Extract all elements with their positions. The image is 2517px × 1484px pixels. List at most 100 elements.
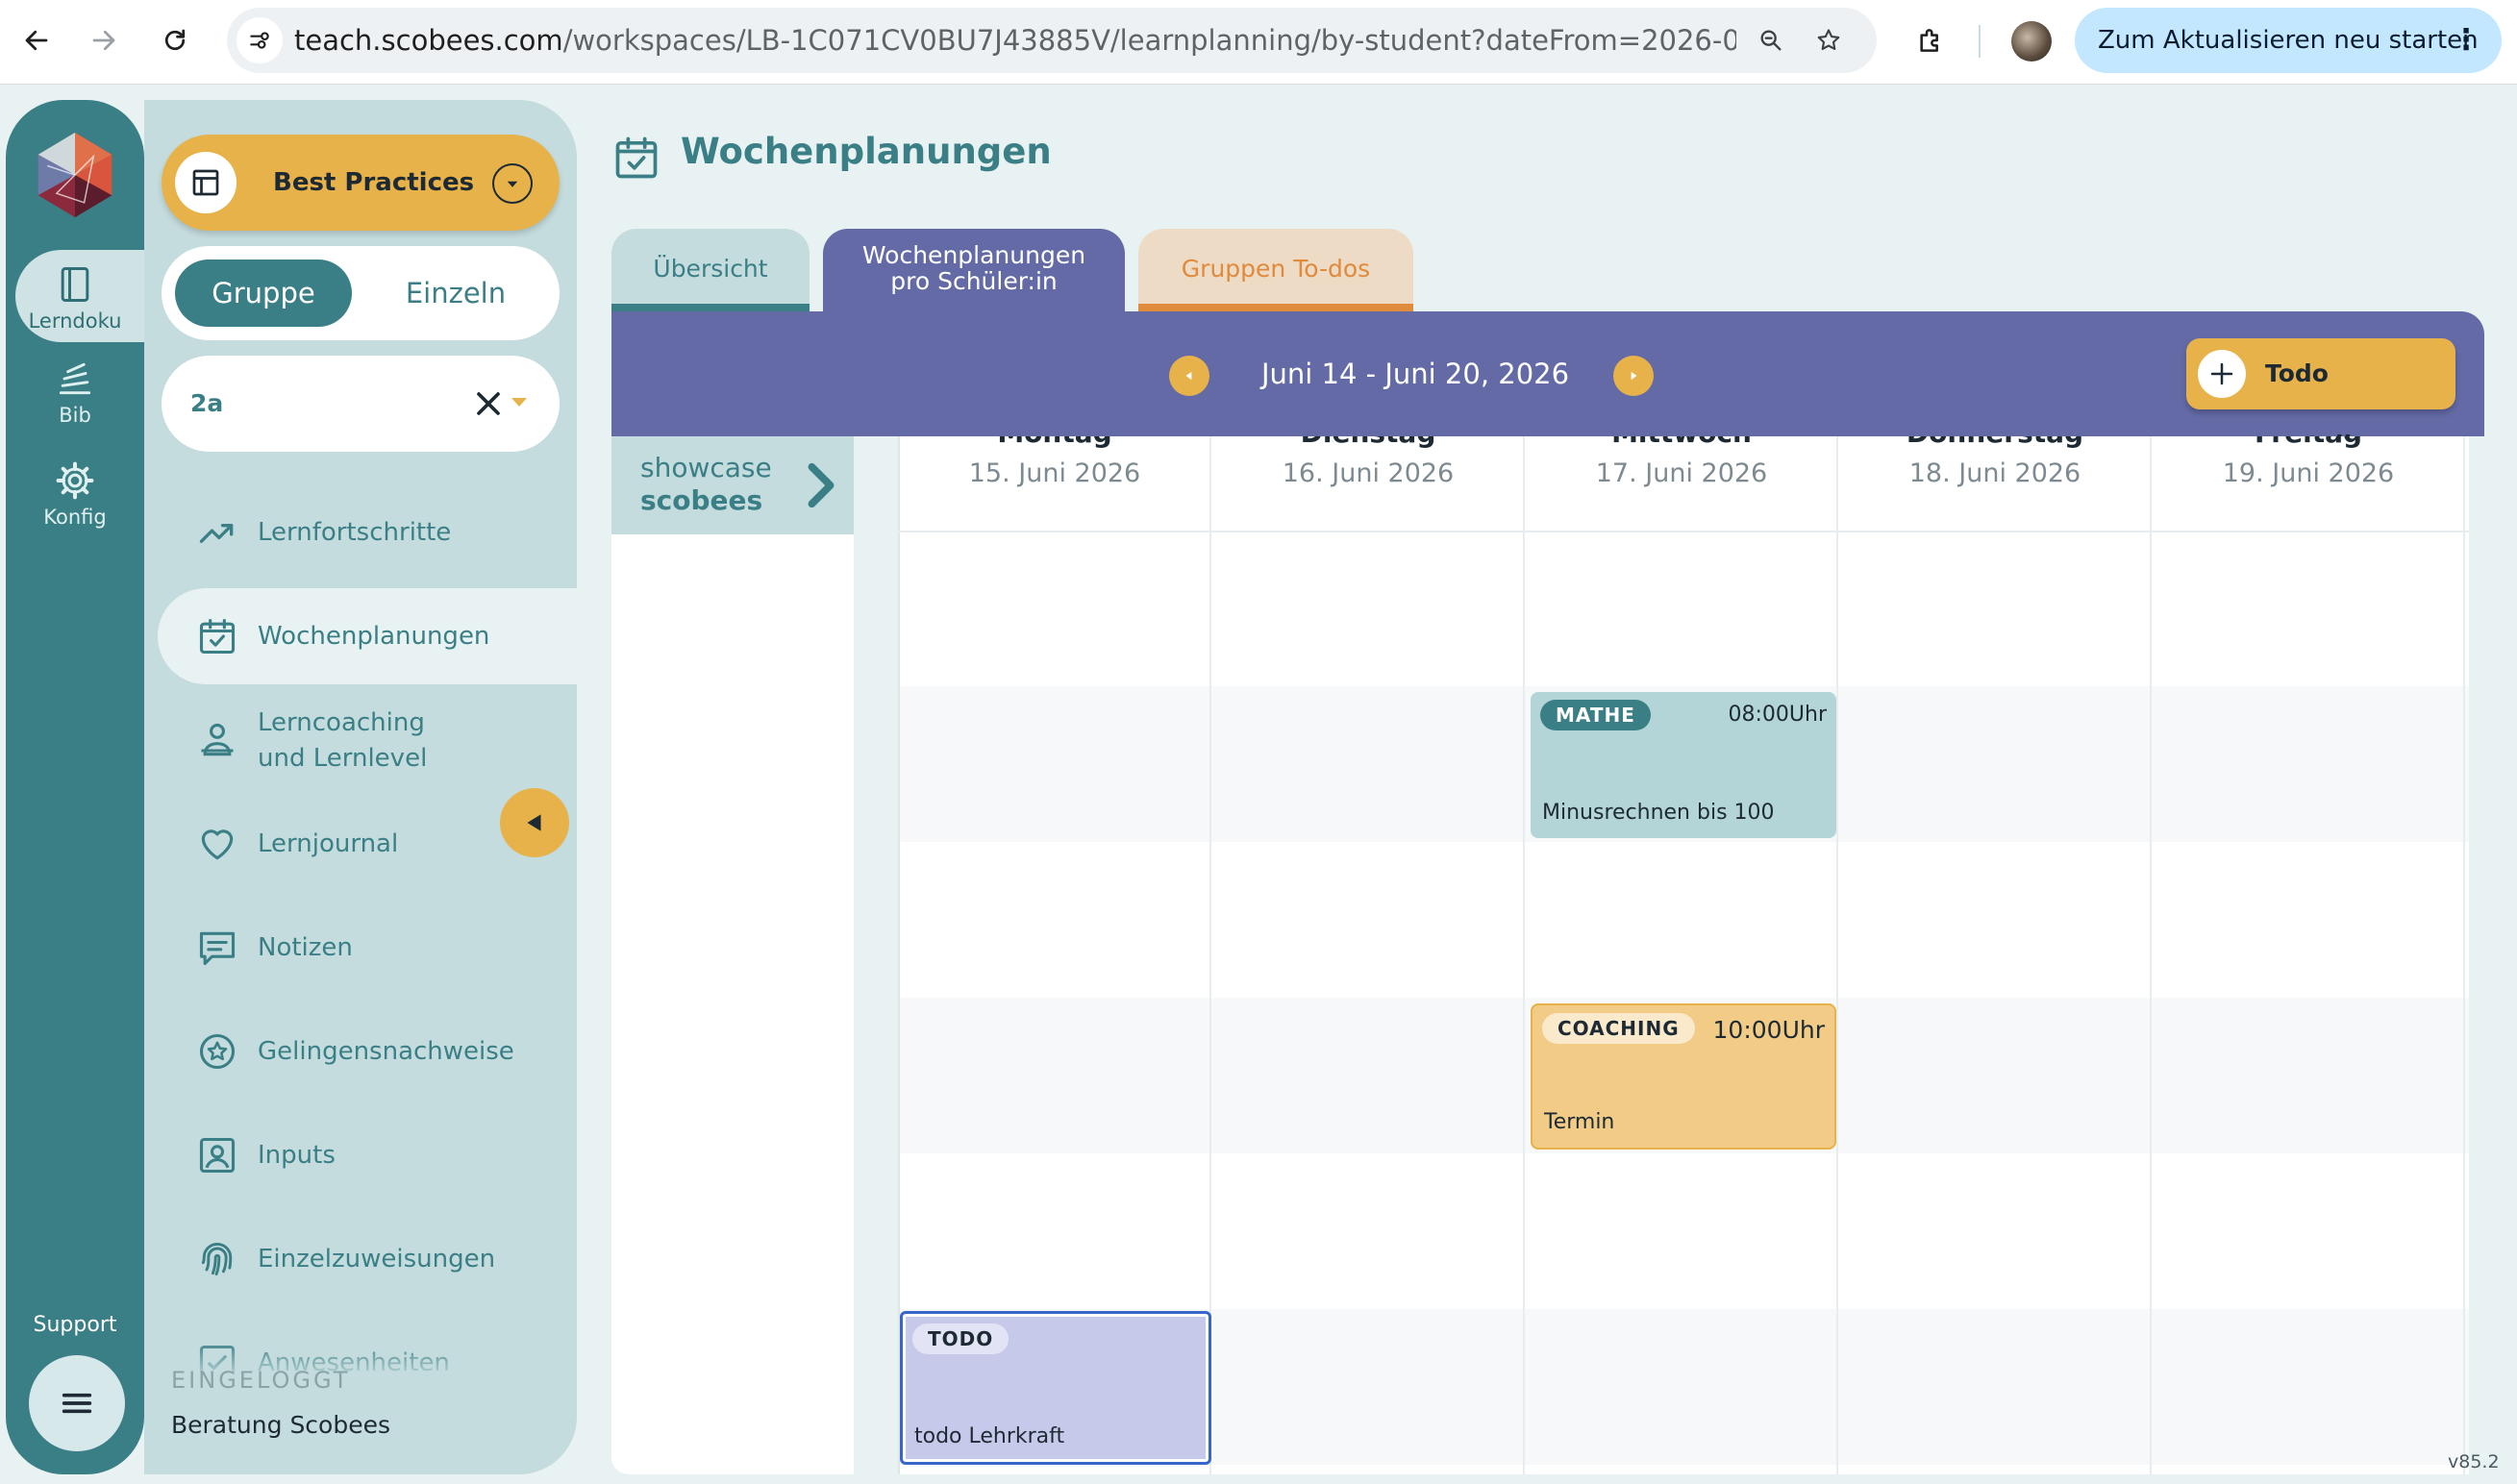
restart-to-update-label: Zum Aktualisieren neu starten — [2098, 26, 2479, 55]
day-header: Dienstag 16. Juni 2026 — [1211, 436, 1525, 492]
trend-icon — [199, 524, 234, 543]
day-date: 19. Juni 2026 — [2222, 458, 2395, 488]
next-week-button[interactable] — [1613, 356, 1654, 396]
tab-wochenplanungen-pro-schueler[interactable]: Wochenplanungen pro Schüler:in — [823, 229, 1125, 315]
heart-icon — [201, 829, 234, 860]
dropdown-caret-icon[interactable] — [511, 398, 527, 407]
day-column-thursday[interactable]: Donnerstag 18. Juni 2026 — [1838, 436, 2152, 1474]
clear-icon[interactable] — [469, 384, 508, 423]
nav-item-gelingensnachweise[interactable]: Gelingensnachweise — [158, 1003, 577, 1100]
zoom-icon[interactable] — [1748, 17, 1794, 63]
note-icon — [199, 931, 236, 966]
rail-item-bib[interactable]: Bib — [6, 358, 144, 427]
menu-button[interactable] — [29, 1355, 125, 1451]
app-rail: Lerndoku Bib Konfig Support — [6, 100, 144, 1474]
class-select-value: 2a — [190, 389, 224, 417]
profile-avatar[interactable] — [2011, 21, 2052, 62]
day-column-wednesday[interactable]: Mittwoch 17. Juni 2026 — [1525, 436, 1838, 1474]
day-name: Donnerstag — [1838, 436, 2152, 456]
week-range-label: Juni 14 - Juni 20, 2026 — [1260, 358, 1570, 390]
reload-button[interactable] — [152, 17, 198, 63]
day-header: Donnerstag 18. Juni 2026 — [1838, 436, 2152, 492]
restart-to-update-button[interactable]: Zum Aktualisieren neu starten ⋮ — [2075, 8, 2502, 73]
event-title: Termin — [1544, 1110, 1615, 1134]
workspace-select[interactable]: Best Practices — [162, 135, 560, 231]
tab-gruppen-todos[interactable]: Gruppen To-dos — [1138, 229, 1413, 311]
student-row[interactable]: showcase scobees — [611, 436, 854, 534]
calendar-header-divider — [898, 531, 2469, 532]
nav-item-label: Lernjournal — [258, 829, 399, 858]
reload-icon — [164, 29, 186, 51]
nav-item-label: Gelingensnachweise — [258, 1037, 514, 1066]
support-link[interactable]: Support — [6, 1313, 144, 1337]
previous-week-button[interactable] — [1169, 356, 1209, 396]
caret-right-icon — [1631, 371, 1637, 381]
triangle-left-icon — [527, 814, 541, 831]
day-name: Freitag — [2152, 436, 2465, 456]
group-single-toggle: Gruppe Einzeln — [162, 246, 560, 340]
event-tag: MATHE — [1540, 700, 1651, 730]
day-date: 15. Juni 2026 — [968, 458, 1141, 488]
workspace-label: Best Practices — [273, 168, 475, 197]
more-vert-icon[interactable]: ⋮ — [2452, 8, 2480, 73]
nav-item-inputs[interactable]: Inputs — [158, 1107, 577, 1203]
event-card-todo[interactable]: TODO todo Lehrkraft — [900, 1311, 1211, 1465]
rail-item-lerndoku[interactable]: Lerndoku — [6, 263, 144, 333]
forward-button[interactable] — [81, 17, 127, 63]
day-date: 17. Juni 2026 — [1595, 458, 1768, 488]
rail-item-label: Konfig — [43, 506, 107, 529]
day-header: Freitag 19. Juni 2026 — [2152, 436, 2465, 492]
tab-label-line1: Wochenplanungen — [861, 241, 1086, 269]
rail-item-konfig[interactable]: Konfig — [6, 459, 144, 529]
caret-left-icon — [1185, 371, 1192, 381]
day-column-friday[interactable]: Freitag 19. Juni 2026 — [2152, 436, 2465, 1474]
book-icon — [61, 267, 89, 302]
day-name: Dienstag — [1211, 436, 1525, 456]
site-settings-icon[interactable] — [237, 17, 283, 63]
day-name: Mittwoch — [1525, 436, 1838, 456]
nav-item-lerncoaching[interactable]: Lerncoaching und Lernlevel — [158, 692, 577, 788]
logged-in-caption: EINGELOGGT — [171, 1367, 351, 1394]
chevron-down-icon — [492, 163, 533, 204]
event-time: 10:00Uhr — [1712, 1016, 1825, 1044]
scobees-logo[interactable] — [29, 129, 121, 221]
rail-item-label: Bib — [59, 404, 91, 427]
nav-item-label: Lernfortschritte — [258, 518, 452, 547]
day-column-tuesday[interactable]: Dienstag 16. Juni 2026 — [1211, 436, 1525, 1474]
bookmark-star-icon[interactable] — [1806, 17, 1852, 63]
create-todo-button[interactable]: Todo erstellen — [2186, 338, 2455, 458]
tab-uebersicht[interactable]: Übersicht — [611, 229, 810, 311]
nav-item-wochenplanungen[interactable]: Wochenplanungen — [158, 588, 577, 684]
nav-item-notizen[interactable]: Notizen — [158, 900, 577, 996]
arrow-left-icon — [25, 30, 48, 51]
segment-single[interactable]: Einzeln — [367, 260, 544, 327]
nav-item-label: Einzelzuweisungen — [258, 1245, 496, 1274]
chevron-right-icon[interactable] — [802, 461, 840, 509]
nav-item-lernfortschritte[interactable]: Lernfortschritte — [158, 484, 577, 581]
student-name: showcase scobees — [640, 452, 772, 516]
rail-item-label: Lerndoku — [28, 309, 122, 333]
gear-icon — [56, 461, 94, 500]
event-card-mathe[interactable]: MATHE 08:00Uhr Minusrechnen bis 100 — [1531, 692, 1836, 838]
url-text[interactable]: teach.scobees.com/workspaces/LB-1C071CV0… — [294, 8, 1736, 73]
class-select[interactable]: 2a — [162, 356, 560, 452]
nav-item-label: Inputs — [258, 1141, 336, 1170]
event-card-coaching[interactable]: COACHING 10:00Uhr Termin — [1531, 1003, 1836, 1150]
day-date: 18. Juni 2026 — [1908, 458, 2081, 488]
nav-item-label: Lerncoaching und Lernlevel — [258, 708, 428, 773]
sidebar: Best Practices Gruppe Einzeln 2a Lernfor… — [144, 100, 577, 1474]
page-title: Wochenplanungen — [681, 131, 1052, 172]
day-header: Montag 15. Juni 2026 — [898, 436, 1211, 492]
person-frame-icon — [199, 1137, 236, 1174]
event-tag: COACHING — [1542, 1013, 1695, 1044]
address-bar[interactable]: teach.scobees.com/workspaces/LB-1C071CV0… — [227, 8, 1877, 73]
coach-icon — [201, 723, 234, 756]
nav-item-einzelzuweisungen[interactable]: Einzelzuweisungen — [158, 1211, 577, 1307]
nav-item-label: Wochenplanungen — [258, 622, 490, 651]
back-button[interactable] — [13, 17, 60, 63]
collapse-sidebar-button[interactable] — [500, 788, 569, 857]
plus-icon — [2198, 350, 2246, 398]
extensions-icon[interactable] — [1907, 17, 1954, 63]
segment-group[interactable]: Gruppe — [175, 260, 352, 327]
hamburger-icon — [62, 1393, 92, 1414]
